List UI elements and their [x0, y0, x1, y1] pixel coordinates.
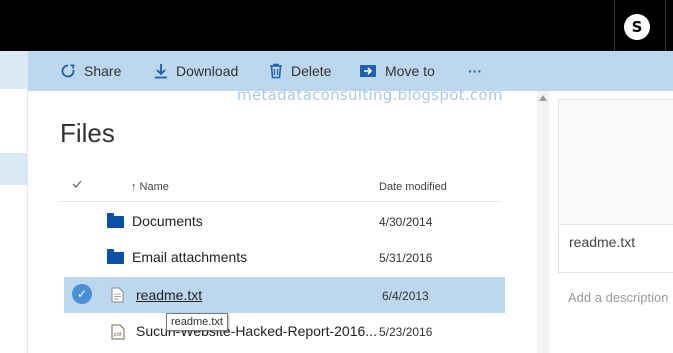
date-modified: 5/23/2016 — [379, 325, 433, 339]
list-item[interactable]: pdf Sucuri-Website-Hacked-Report-2016...… — [64, 314, 505, 350]
divider — [614, 0, 615, 51]
select-all-checkmark-icon[interactable] — [72, 180, 82, 188]
divider — [665, 0, 666, 51]
nav-item-selected[interactable] — [0, 153, 28, 185]
file-name[interactable]: readme.txt — [136, 287, 202, 303]
delete-button[interactable]: Delete — [269, 51, 331, 91]
scroll-up-arrow-icon[interactable] — [539, 95, 547, 101]
list-item[interactable]: Documents 4/30/2014 — [64, 203, 505, 239]
move-to-button[interactable]: Move to — [359, 51, 435, 91]
ellipsis-icon: ··· — [468, 63, 482, 79]
command-bar: Share Download Delete Move to ··· — [28, 51, 673, 91]
date-modified: 5/31/2016 — [379, 251, 433, 265]
download-label: Download — [176, 63, 239, 79]
column-header-date-modified[interactable]: Date modified — [379, 181, 447, 193]
left-navigation — [0, 51, 28, 353]
folder-icon — [107, 213, 124, 228]
folder-icon — [107, 249, 124, 264]
top-app-bar: S — [0, 0, 673, 51]
filename-tooltip: readme.txt — [166, 313, 228, 331]
file-name[interactable]: Email attachments — [132, 249, 247, 265]
share-icon — [61, 64, 75, 78]
list-item-selected[interactable]: ✓ readme.txt 6/4/2013 — [64, 277, 505, 313]
details-file-name: readme.txt — [569, 234, 636, 250]
list-item[interactable]: Email attachments 5/31/2016 — [64, 239, 505, 275]
file-name[interactable]: Documents — [132, 213, 203, 229]
skype-icon[interactable]: S — [624, 14, 650, 40]
delete-label: Delete — [291, 63, 332, 79]
download-icon — [155, 64, 167, 79]
column-header-name[interactable]: ↑ Name — [131, 181, 169, 193]
text-file-icon — [111, 287, 124, 303]
more-options-button[interactable]: ··· — [468, 51, 482, 91]
share-button[interactable]: Share — [60, 51, 121, 91]
description-field[interactable]: Add a description — [568, 290, 668, 305]
move-to-icon — [360, 65, 376, 77]
date-modified: 6/4/2013 — [382, 289, 429, 303]
file-preview-pane — [558, 99, 673, 225]
move-to-label: Move to — [385, 63, 435, 79]
divider — [60, 201, 502, 202]
checked-icon[interactable]: ✓ — [72, 284, 92, 304]
svg-text:pdf: pdf — [114, 332, 122, 338]
page-title: Files — [60, 118, 115, 148]
pdf-file-icon: pdf — [111, 324, 125, 340]
download-button[interactable]: Download — [154, 51, 238, 91]
scrollbar[interactable] — [537, 91, 549, 353]
nav-item-highlight[interactable] — [0, 51, 28, 89]
trash-icon — [270, 63, 282, 79]
date-modified: 4/30/2014 — [379, 215, 433, 229]
watermark-text: metadataconsulting.blogspot.com — [237, 86, 503, 104]
share-label: Share — [84, 63, 122, 79]
